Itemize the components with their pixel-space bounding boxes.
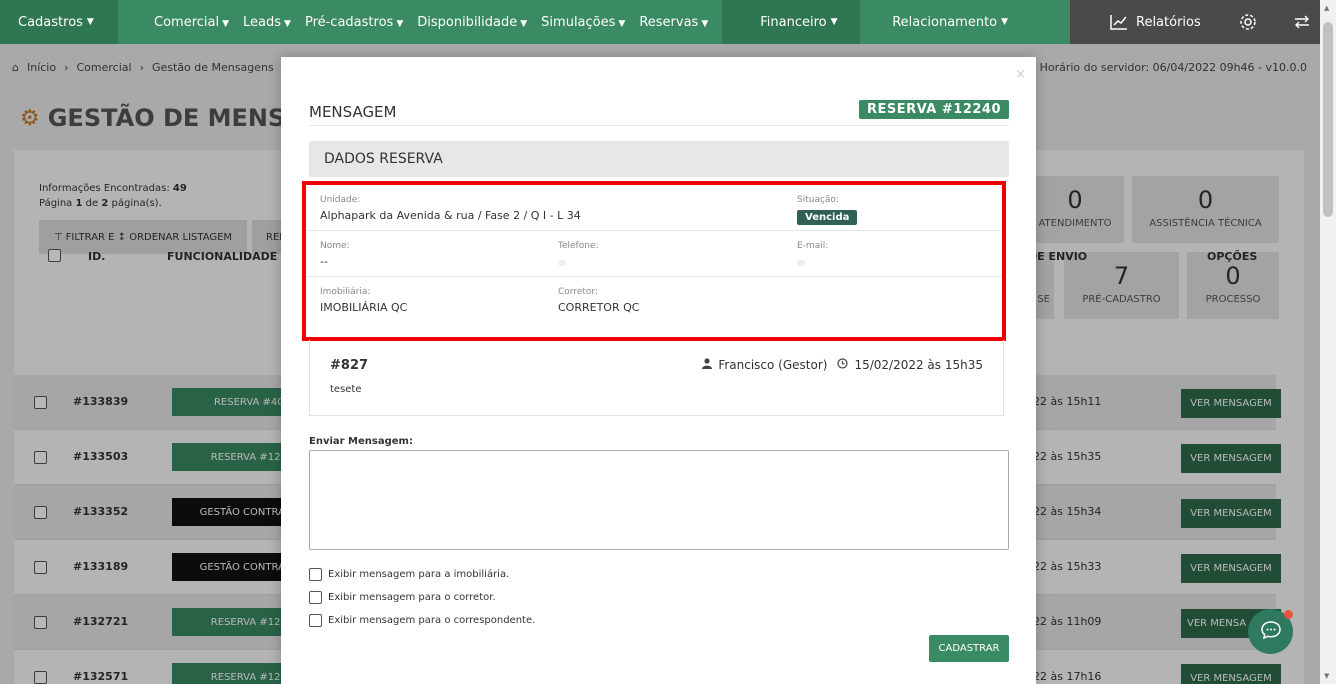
message-author: Francisco (Gestor) [718, 358, 828, 372]
chevron-down-icon: ▼ [701, 18, 709, 29]
details-row-contato: Nome: -- Telefone: E-mail: [306, 231, 1002, 277]
nav-relatorios[interactable]: Relatórios [1110, 13, 1201, 31]
checkbox-correspondente[interactable] [309, 614, 322, 627]
value-nome: -- [320, 255, 328, 268]
label-telefone: Telefone: [558, 241, 599, 251]
reservation-badge: RESERVA #12240 [858, 100, 1009, 119]
nav-simulacoes[interactable]: Simulações ▼ [541, 15, 625, 30]
field-corretor: Corretor: CORRETOR QC [558, 287, 639, 314]
nav-pre-cadastros-label: Pré-cadastros [304, 14, 394, 30]
switch-button[interactable] [1293, 13, 1319, 31]
message-id: #827 [330, 358, 369, 373]
value-unidade: Alphapark da Avenida & rua / Fase 2 / Q … [320, 209, 581, 222]
field-telefone: Telefone: [558, 241, 599, 270]
value-corretor: CORRETOR QC [558, 301, 640, 314]
details-row-unidade: Unidade: Alphapark da Avenida & rua / Fa… [306, 185, 1002, 231]
nav-reservas-label: Reservas [639, 14, 699, 30]
label-nome: Nome: [320, 241, 350, 251]
option-corretor[interactable]: Exibir mensagem para o corretor. [309, 591, 496, 604]
label-corretor: Corretor: [558, 287, 598, 297]
chevron-down-icon: ▼ [222, 18, 230, 29]
field-situacao: Situação: Vencida [797, 195, 858, 225]
chevron-down-icon: ▼ [396, 18, 404, 29]
nav-simulacoes-label: Simulações [541, 14, 616, 30]
submit-button[interactable]: CADASTRAR [929, 635, 1009, 662]
label-situacao: Situação: [797, 195, 839, 205]
value-imobiliaria: IMOBILIÁRIA QC [320, 301, 408, 314]
nav-leads[interactable]: Leads ▼ [243, 15, 291, 30]
message-meta: Francisco (Gestor) 15/02/2022 às 15h35 [702, 358, 983, 372]
nav-financeiro-label: Financeiro [760, 14, 827, 30]
value-email-redacted [797, 260, 805, 266]
modal-title: MENSAGEM [309, 103, 397, 121]
option-imobiliaria[interactable]: Exibir mensagem para a imobiliária. [309, 568, 509, 581]
nav-disponibilidade-label: Disponibilidade [417, 14, 518, 30]
nav-comercial[interactable]: Comercial ▼ [154, 15, 229, 30]
option-imobiliaria-label: Exibir mensagem para a imobiliária. [328, 569, 510, 580]
gear-icon [1239, 13, 1257, 31]
chart-line-icon [1110, 13, 1128, 31]
nav-pre-cadastros[interactable]: Pré-cadastros ▼ [305, 15, 403, 30]
section-dados-reserva: DADOS RESERVA [309, 141, 1009, 177]
status-badge: Vencida [797, 210, 858, 225]
field-email: E-mail: [797, 241, 828, 270]
nav-relacionamento-label: Relacionamento [892, 14, 998, 30]
message-modal: × MENSAGEM RESERVA #12240 DADOS RESERVA … [281, 57, 1036, 684]
settings-button[interactable] [1239, 13, 1265, 31]
nav-relacionamento[interactable]: Relacionamento ▼ [860, 0, 1008, 44]
page-scrollbar[interactable]: ▲ ▼ [1320, 0, 1336, 684]
scroll-down-icon[interactable]: ▼ [1324, 672, 1329, 680]
user-icon [702, 358, 713, 372]
nav-disponibilidade[interactable]: Disponibilidade ▼ [417, 15, 527, 30]
nav-group-main: Comercial ▼ Leads ▼ Pré-cadastros ▼ Disponi… [118, 0, 722, 44]
option-corretor-label: Exibir mensagem para o corretor. [328, 592, 496, 603]
field-unidade: Unidade: Alphapark da Avenida & rua / Fa… [320, 195, 581, 222]
message-card: #827 Francisco (Gestor) 15/02/2022 às 15… [309, 340, 1004, 416]
value-telefone-redacted [558, 260, 566, 266]
send-message-textarea[interactable] [309, 450, 1009, 550]
label-imobiliaria: Imobiliária: [320, 287, 371, 297]
nav-cadastros[interactable]: Cadastros ▼ [0, 0, 118, 44]
nav-comercial-label: Comercial [154, 14, 220, 30]
scrollbar-thumb[interactable] [1323, 22, 1333, 217]
chevron-down-icon: ▼ [618, 18, 626, 29]
nav-reservas[interactable]: Reservas ▼ [639, 15, 708, 30]
message-text: tesete [330, 384, 362, 395]
reservation-details-highlight: Unidade: Alphapark da Avenida & rua / Fa… [302, 181, 1006, 341]
notification-dot [1284, 610, 1293, 619]
send-message-label: Enviar Mensagem: [309, 436, 413, 447]
clock-icon [837, 358, 849, 372]
scroll-up-icon[interactable]: ▲ [1324, 4, 1329, 12]
swap-arrows-icon [1293, 13, 1311, 31]
label-email: E-mail: [797, 241, 829, 251]
label-unidade: Unidade: [320, 195, 361, 205]
close-icon[interactable]: × [1015, 67, 1026, 82]
checkbox-imobiliaria[interactable] [309, 568, 322, 581]
option-correspondente-label: Exibir mensagem para o correspondente. [328, 615, 536, 626]
chevron-down-icon: ▼ [520, 18, 528, 29]
nav-financeiro[interactable]: Financeiro ▼ [722, 0, 861, 44]
nav-relatorios-label: Relatórios [1136, 14, 1201, 30]
option-correspondente[interactable]: Exibir mensagem para o correspondente. [309, 614, 535, 627]
checkbox-corretor[interactable] [309, 591, 322, 604]
chevron-down-icon: ▼ [86, 17, 94, 27]
details-row-imobiliaria: Imobiliária: IMOBILIÁRIA QC Corretor: CO… [306, 277, 1002, 323]
chat-icon [1260, 620, 1282, 644]
chevron-down-icon: ▼ [830, 17, 838, 27]
top-navbar: Cadastros ▼ Comercial ▼ Leads ▼ Pré-cadastr… [0, 0, 1320, 44]
field-nome: Nome: -- [320, 241, 350, 268]
nav-leads-label: Leads [243, 14, 282, 30]
message-datetime: 15/02/2022 às 15h35 [854, 358, 983, 372]
chevron-down-icon: ▼ [284, 18, 291, 29]
nav-right-area: Relatórios [1070, 0, 1320, 44]
chevron-down-icon: ▼ [1001, 17, 1009, 27]
nav-cadastros-label: Cadastros [18, 14, 83, 30]
field-imobiliaria: Imobiliária: IMOBILIÁRIA QC [320, 287, 407, 314]
divider [309, 125, 1009, 126]
